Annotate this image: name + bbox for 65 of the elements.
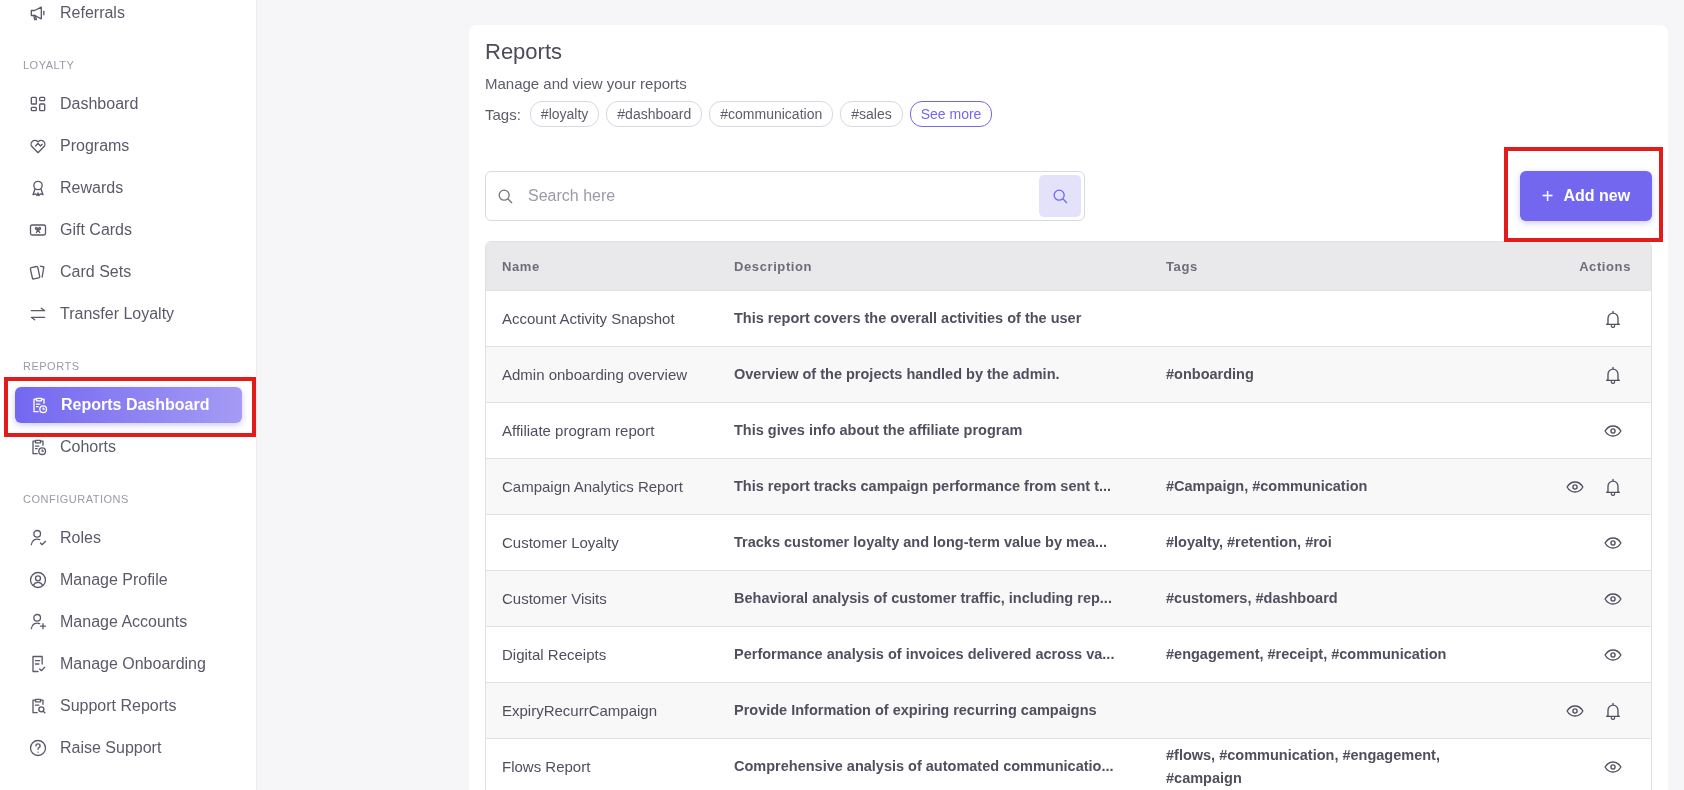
sidebar-item[interactable]: Transfer Loyalty bbox=[0, 293, 256, 335]
tags-cell-text: #loyalty, #retention, #roi bbox=[1166, 533, 1333, 552]
page-subtitle: Manage and view your reports bbox=[485, 75, 688, 92]
sidebar-item[interactable]: Reports Dashboard bbox=[15, 387, 242, 423]
description-cell-text: This gives info about the affiliate program bbox=[734, 421, 1024, 440]
user-check-icon bbox=[28, 528, 48, 548]
sidebar-item[interactable]: Raise Support bbox=[0, 727, 256, 769]
name-cell-text: ExpiryRecurrCampaign bbox=[501, 701, 659, 721]
sidebar-item[interactable]: Gift Cards bbox=[0, 209, 256, 251]
tags-label: Tags: bbox=[485, 105, 521, 123]
sidebar-item[interactable]: Rewards bbox=[0, 167, 256, 209]
column-header: Tags bbox=[1166, 258, 1199, 274]
description-cell-text: Comprehensive analysis of automated communicatio... bbox=[734, 757, 1115, 776]
section-heading: CONFIGURATIONS bbox=[22, 492, 130, 507]
tag-chip[interactable]: #dashboard bbox=[606, 101, 703, 127]
user-circle-icon bbox=[28, 570, 48, 590]
sidebar-item[interactable]: Cohorts bbox=[0, 426, 256, 468]
sidebar-item[interactable]: Referrals bbox=[0, 0, 256, 34]
sidebar-item[interactable]: Manage Profile bbox=[0, 559, 256, 601]
sidebar-item[interactable]: Dashboard bbox=[0, 83, 256, 125]
description-cell-text: Performance analysis of invoices delivered across va... bbox=[734, 645, 1116, 664]
description-cell-text: Provide Information of expiring recurring campaigns bbox=[734, 701, 1098, 720]
name-cell-text: Account Activity Snapshot bbox=[501, 309, 676, 329]
description-cell-text: This report tracks campaign performance from sent t... bbox=[734, 477, 1113, 496]
tags-cell-text: #onboarding bbox=[1166, 365, 1255, 384]
sidebar-item[interactable]: Card Sets bbox=[0, 251, 256, 293]
page-title: Reports bbox=[485, 39, 564, 65]
sidebar-item[interactable]: Programs bbox=[0, 125, 256, 167]
search-field[interactable]: Search here bbox=[485, 171, 1085, 221]
bell-icon[interactable] bbox=[1603, 364, 1623, 385]
section-heading: REPORTS bbox=[22, 359, 81, 374]
name-cell-text: Admin onboarding overview bbox=[501, 365, 689, 385]
column-header: Actions bbox=[1578, 258, 1632, 274]
tags-cell-text: #Campaign, #communication bbox=[1166, 477, 1369, 496]
description-cell-text: Tracks customer loyalty and long-term value by mea... bbox=[734, 533, 1109, 552]
tags-cell-text: #flows, #communication, #engagement, #campaign bbox=[1166, 745, 1441, 788]
name-cell-text: Campaign Analytics Report bbox=[501, 477, 684, 497]
user-plus-icon bbox=[28, 612, 48, 632]
bell-icon[interactable] bbox=[1603, 700, 1623, 721]
tag-chip[interactable]: #communication bbox=[709, 101, 834, 127]
column-header: Description bbox=[734, 258, 814, 274]
description-cell-text: This report covers the overall activities of the user bbox=[734, 309, 1083, 328]
tags-cell-text: #customers, #dashboard bbox=[1166, 589, 1339, 608]
bell-icon[interactable] bbox=[1603, 308, 1623, 329]
name-cell-text: Flows Report bbox=[501, 757, 592, 777]
name-cell-text: Customer Loyalty bbox=[501, 533, 620, 553]
description-cell-text: Overview of the projects handled by the admin. bbox=[734, 365, 1061, 384]
description-cell-text: Behavioral analysis of customer traffic, including rep... bbox=[734, 589, 1113, 608]
column-header: Name bbox=[501, 258, 541, 274]
help-icon bbox=[28, 738, 48, 758]
sidebar-item[interactable]: Manage Accounts bbox=[0, 601, 256, 643]
name-cell-text: Affiliate program report bbox=[501, 421, 656, 441]
tag-chip[interactable]: #sales bbox=[840, 101, 903, 127]
tags-cell-text: #engagement, #receipt, #communication bbox=[1166, 645, 1448, 664]
sidebar-item[interactable]: Support Reports bbox=[0, 685, 256, 727]
bell-icon[interactable] bbox=[1603, 476, 1623, 497]
sidebar-item[interactable]: Roles bbox=[0, 517, 256, 559]
add-new-button[interactable]: + Add new bbox=[1520, 171, 1652, 221]
dashboard-icon bbox=[28, 94, 48, 114]
section-heading: LOYALTY bbox=[22, 58, 76, 73]
name-cell-text: Digital Receipts bbox=[501, 645, 608, 665]
name-cell-text: Customer Visits bbox=[501, 589, 608, 609]
tag-chip[interactable]: #loyalty bbox=[529, 101, 600, 127]
sidebar-item[interactable]: Manage Onboarding bbox=[0, 643, 256, 685]
see-more-link[interactable]: See more bbox=[909, 101, 993, 127]
